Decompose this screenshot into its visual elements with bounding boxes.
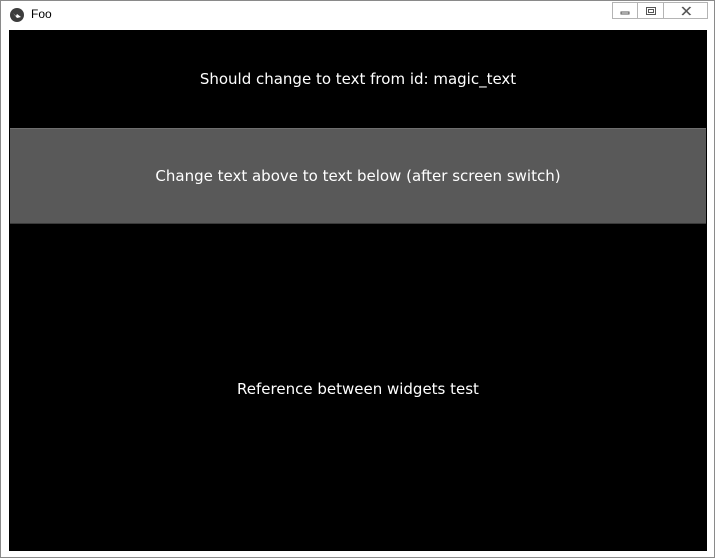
restore-button[interactable] <box>638 2 664 19</box>
title-bar[interactable]: Foo <box>1 1 714 29</box>
app-window: Foo Should change to text from id: magic… <box>0 0 715 558</box>
app-content: Should change to text from id: magic_tex… <box>9 30 707 551</box>
change-text-button[interactable]: Change text above to text below (after s… <box>10 128 706 224</box>
kivy-logo-icon <box>10 8 24 22</box>
magic-text-label: Should change to text from id: magic_tex… <box>199 70 517 88</box>
window-controls <box>612 2 708 20</box>
minimize-button[interactable] <box>612 2 638 19</box>
close-button[interactable] <box>664 2 708 19</box>
restore-icon <box>645 1 657 20</box>
close-icon <box>680 1 692 20</box>
minimize-icon <box>620 1 630 20</box>
reference-label: Reference between widgets test <box>237 379 479 398</box>
window-title: Foo <box>31 7 52 21</box>
